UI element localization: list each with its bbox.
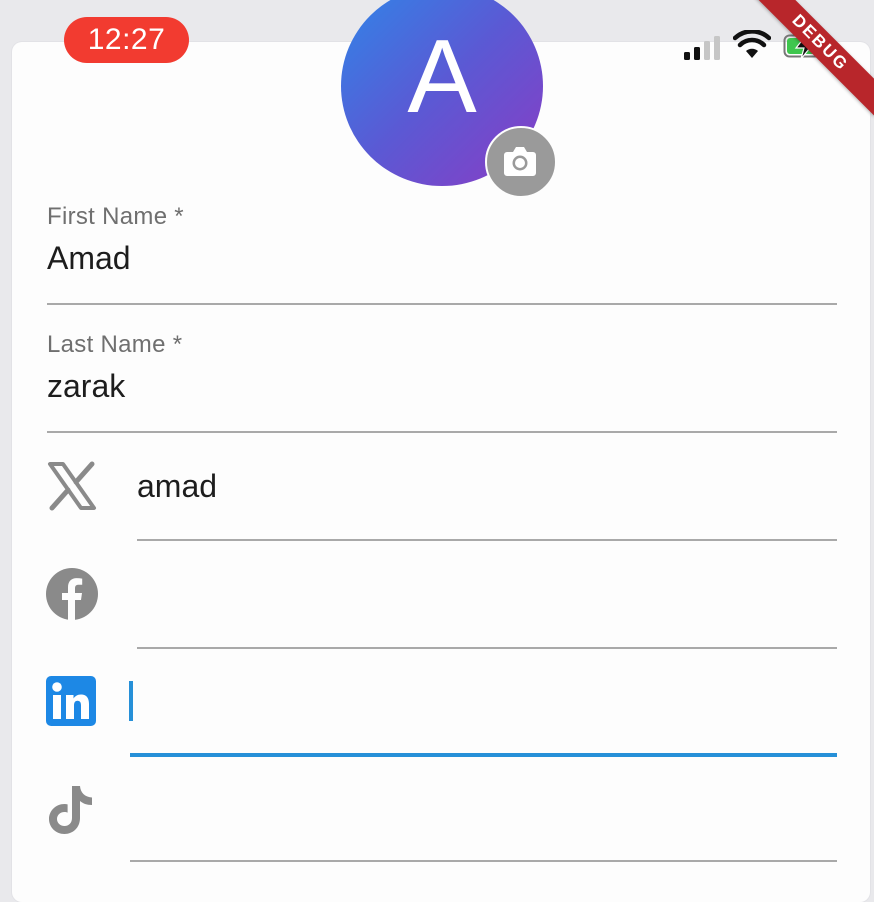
camera-icon — [504, 147, 536, 176]
first-name-label: First Name * — [47, 203, 184, 230]
linkedin-underline-focused — [130, 753, 837, 757]
avatar-initial: A — [407, 19, 477, 135]
tiktok-icon — [49, 786, 92, 834]
change-photo-button[interactable] — [485, 126, 557, 198]
wifi-icon — [733, 30, 771, 58]
x-handle-input[interactable]: amad — [137, 468, 217, 505]
first-name-input[interactable]: Amad — [47, 240, 131, 277]
last-name-underline — [47, 431, 837, 433]
cellular-signal-icon — [684, 36, 720, 60]
linkedin-icon — [46, 676, 96, 726]
tiktok-underline — [130, 860, 837, 862]
x-underline — [137, 539, 837, 541]
facebook-icon — [46, 568, 98, 620]
first-name-underline — [47, 303, 837, 305]
last-name-label: Last Name * — [47, 331, 183, 358]
x-icon — [48, 461, 96, 511]
text-cursor — [129, 681, 133, 721]
facebook-underline — [137, 647, 837, 649]
status-time: 12:27 — [64, 17, 189, 63]
last-name-input[interactable]: zarak — [47, 368, 125, 405]
